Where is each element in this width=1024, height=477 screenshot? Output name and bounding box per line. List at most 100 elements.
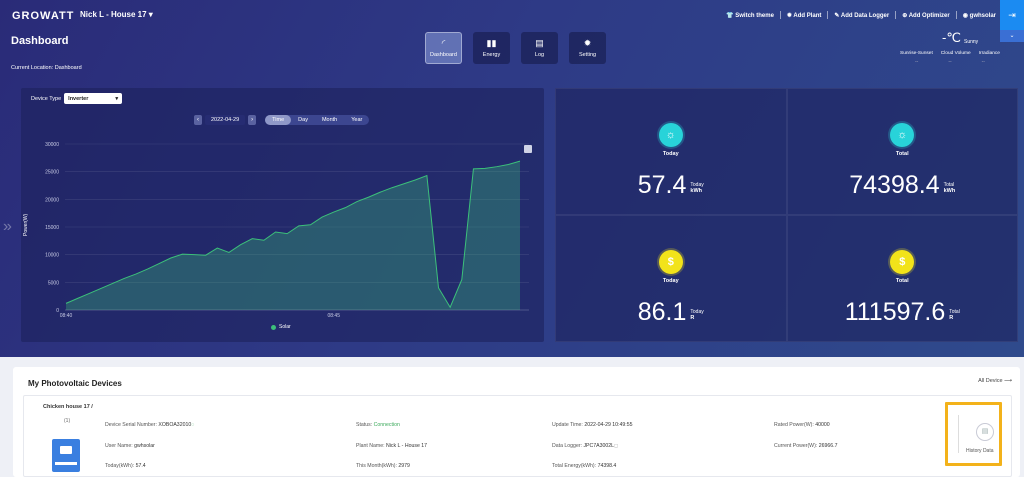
devices-section: My Photovoltaic Devices All Device ⟶ Chi…	[13, 367, 1020, 477]
field-label: Data Logger:	[552, 443, 582, 449]
date-control: ‹ 2022-04-29 › Time Day Month Year	[194, 115, 370, 125]
stat-unit: Today kWh	[690, 182, 703, 198]
next-date-button[interactable]: ›	[248, 115, 257, 125]
field-value: 2979	[398, 463, 410, 469]
prev-date-button[interactable]: ‹	[194, 115, 202, 125]
tab-setting[interactable]: ✹ Setting	[569, 32, 606, 64]
plant-name: Nick L - House 17	[80, 10, 147, 19]
y-axis-title: Power(W)	[23, 213, 29, 236]
export-chart-button[interactable]	[524, 145, 532, 153]
page-title: Dashboard	[11, 35, 69, 47]
device-type-label: Device Type	[31, 95, 62, 102]
add-optimizer-label: Add Optimizer	[908, 12, 950, 19]
period-time[interactable]: Time	[265, 115, 292, 125]
growatt-logo[interactable]: GROWATT	[12, 10, 74, 22]
divider	[958, 415, 959, 453]
data-logger-field: Data Logger: JPC7A3002L◻	[552, 443, 618, 449]
coin-icon: $	[658, 250, 683, 274]
expand-sidebar-icon[interactable]: »	[3, 218, 12, 236]
stat-value: 86.1	[637, 298, 687, 326]
irradiance-value: --	[981, 59, 985, 65]
device-count: (1)	[64, 418, 71, 424]
all-devices-link[interactable]: All Device ⟶	[978, 378, 1012, 384]
irradiance-label: Irradiance	[978, 51, 1000, 56]
section-title: My Photovoltaic Devices	[28, 379, 122, 388]
collapse-toggle[interactable]: ⌄	[1000, 30, 1024, 42]
period-month[interactable]: Month	[315, 115, 344, 125]
nav-divider	[895, 11, 897, 19]
tab-log[interactable]: ▤ Log	[521, 32, 558, 64]
inverter-bar	[55, 462, 77, 465]
tab-label: Dashboard	[430, 51, 457, 58]
stat-unit: Total kWh	[944, 182, 956, 198]
breadcrumb: Current Location: Dashboard	[11, 65, 82, 71]
field-value: XOBOA32010	[158, 422, 192, 428]
user-name-field: User Name: gwhsolar	[105, 443, 155, 449]
copy-icon[interactable]: ◌	[191, 422, 194, 428]
all-devices-label: All Device	[978, 378, 1003, 384]
device-type-select[interactable]: Inverter ▾	[64, 93, 123, 104]
logout-button[interactable]: ⇥	[1000, 0, 1024, 30]
stat-unit: Today R	[690, 309, 703, 325]
add-optimizer-link[interactable]: ⊕ Add Optimizer	[902, 12, 950, 19]
field-label: Current Power(W):	[774, 443, 818, 449]
y-tick-label: 10000	[45, 253, 59, 259]
energy-stats-grid: ☼ Today 57.4 Today kWh ☼ Total 74398.4 To…	[555, 88, 1018, 342]
chart-legend[interactable]: Solar	[271, 324, 291, 330]
temperature: -℃	[942, 30, 961, 45]
power-chart: 05000100001500020000250003000008:40 08:45	[45, 142, 529, 319]
username-label: gwhsolar	[969, 12, 996, 19]
rated-power-field: Rated Power(W): 40000	[774, 422, 830, 428]
field-label: Device Serial Number:	[105, 422, 157, 428]
field-label: Today(kWh):	[105, 463, 135, 469]
stat-unit: Total R	[949, 309, 960, 325]
solar-area	[66, 161, 520, 310]
inverter-screen	[60, 446, 72, 454]
history-data-button[interactable]: ▤ History Data	[945, 402, 1002, 466]
inverter-image	[52, 439, 80, 472]
y-tick-label: 25000	[45, 170, 59, 176]
tab-label: Log	[534, 51, 545, 58]
copy-icon[interactable]: ◻	[614, 443, 618, 449]
stat-unit-label: R	[690, 315, 695, 321]
nav-divider	[955, 11, 957, 19]
device-type-control: Device Type Inverter ▾	[31, 93, 123, 104]
y-tick-label: 15000	[45, 225, 59, 231]
plant-selector[interactable]: Nick L - House 17 ▾	[80, 10, 153, 19]
nav-divider	[827, 11, 829, 19]
period-year[interactable]: Year	[344, 115, 369, 125]
stat-value-row: 111597.6 Total R	[788, 300, 1018, 325]
field-value: 2022-04-29 10:49:55	[584, 422, 633, 428]
stat-unit-label: R	[949, 315, 954, 321]
field-label: This Month(kWh):	[356, 463, 397, 469]
device-card[interactable]: Chicken house 17 / (1) Device Serial Num…	[23, 395, 1012, 477]
stat-value-row: 57.4 Today kWh	[556, 173, 786, 198]
sun-icon: ☼	[658, 123, 683, 147]
status-field: Status: Connection	[356, 422, 400, 428]
stat-revenue-total: $ Total 111597.6 Total R	[786, 215, 1018, 342]
coin-icon: $	[890, 250, 915, 274]
plant-name-field: Plant Name: Nick L - House 17	[356, 443, 427, 449]
add-plant-label: Add Plant	[793, 12, 822, 19]
add-data-logger-label: Add Data Logger	[840, 12, 890, 19]
stat-revenue-today: $ Today 86.1 Today R	[555, 215, 787, 342]
tab-dashboard[interactable]: ◜ Dashboard	[425, 32, 462, 64]
add-plant-link[interactable]: ✹ Add Plant	[787, 12, 821, 19]
chevron-down-icon: ⌄	[1009, 33, 1015, 39]
tab-energy[interactable]: ▮▮ Energy	[473, 32, 510, 64]
field-label: Plant Name:	[356, 443, 385, 449]
period-day[interactable]: Day	[291, 115, 315, 125]
switch-theme-link[interactable]: 👕 Switch theme	[726, 12, 774, 19]
device-type-value: Inverter	[68, 95, 89, 102]
date-picker[interactable]: 2022-04-29	[205, 115, 246, 125]
stat-value: 111597.6	[844, 298, 946, 326]
nav-links: 👕 Switch theme ✹ Add Plant ✎ Add Data Lo…	[726, 11, 996, 19]
legend-marker	[271, 324, 276, 330]
sunrise-sunset-value: --	[914, 59, 919, 65]
nav-divider	[779, 11, 781, 19]
log-icon: ▤	[535, 37, 544, 48]
user-menu[interactable]: ◉ gwhsolar	[963, 12, 996, 19]
stat-label: Today	[662, 151, 679, 157]
weather-values: -- -- --	[900, 59, 1000, 65]
add-data-logger-link[interactable]: ✎ Add Data Logger	[834, 12, 889, 19]
